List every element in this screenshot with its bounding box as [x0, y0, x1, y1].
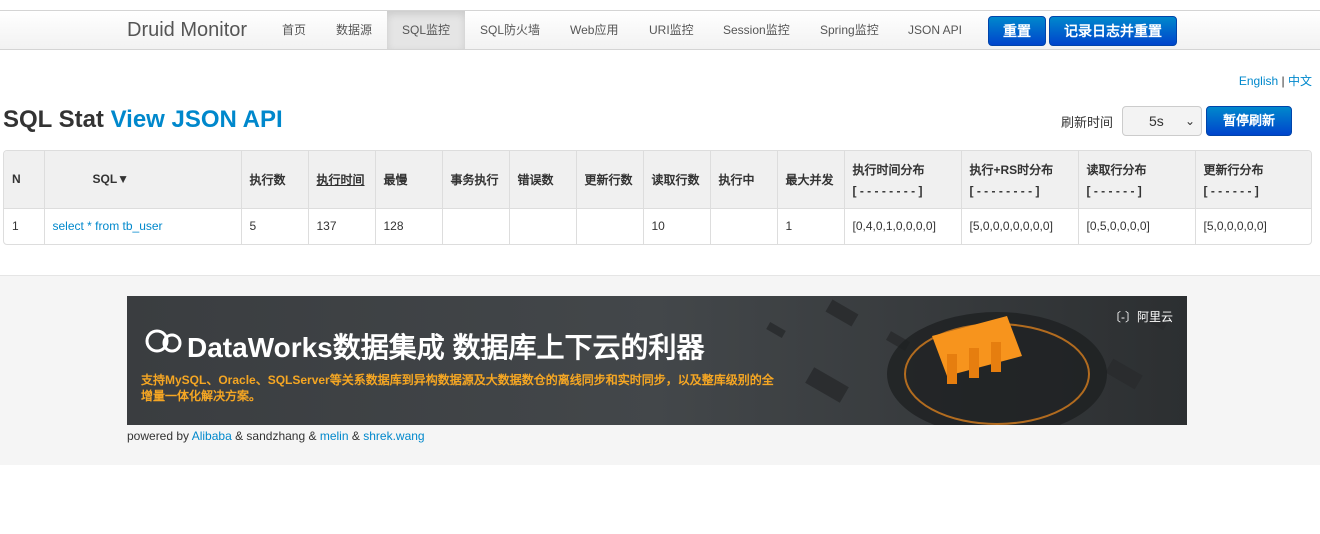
cell-update-rows: [575, 207, 643, 244]
col-header-n[interactable]: N: [4, 151, 44, 208]
lang-chinese-link[interactable]: 中文: [1288, 74, 1312, 88]
col-header-update-rows[interactable]: 更新行数: [575, 151, 643, 208]
powered-by: powered by Alibaba & sandzhang & melin &…: [127, 429, 425, 443]
brand-title[interactable]: Druid Monitor: [127, 19, 247, 42]
dist-range: [ - - - - - - ]: [1203, 183, 1259, 198]
powered-by-and: &: [351, 429, 360, 443]
cell-tx-exec: [441, 207, 509, 244]
alibaba-link[interactable]: Alibaba: [192, 429, 232, 443]
nav-spring-monitor[interactable]: Spring监控: [806, 11, 893, 49]
nav-json-api[interactable]: JSON API: [894, 11, 976, 49]
col-header-exec-time-dist[interactable]: 执行时间分布 [ - - - - - - - - ]: [843, 151, 961, 208]
col-header-fetch-row-dist[interactable]: 读取行分布 [ - - - - - - ]: [1077, 151, 1195, 208]
dist-label: 执行+RS时分布: [969, 162, 1054, 177]
table-header-row: N SQL▼ 执行数 执行时间 最慢 事务执行 错误数 更新行数 读取行数 执行…: [4, 151, 1311, 208]
reset-button[interactable]: 重置: [988, 16, 1046, 46]
nav-home[interactable]: 首页: [268, 11, 320, 49]
cell-max-concurrent: 1: [776, 207, 844, 244]
lang-english-link[interactable]: English: [1239, 74, 1278, 88]
nav-uri-monitor[interactable]: URI监控: [635, 11, 708, 49]
nav-web-app[interactable]: Web应用: [556, 11, 632, 49]
language-switch: English | 中文: [1239, 72, 1312, 89]
col-header-max-concurrent[interactable]: 最大并发: [776, 151, 844, 208]
cell-fetch-rows: 10: [642, 207, 710, 244]
cell-exec-time-dist: [0,4,0,1,0,0,0,0]: [843, 207, 961, 244]
col-header-fetch-rows[interactable]: 读取行数: [642, 151, 710, 208]
nav-sql-firewall[interactable]: SQL防火墙: [466, 11, 554, 49]
chevron-down-icon: ⌄: [1184, 114, 1195, 128]
pause-refresh-button[interactable]: 暂停刷新: [1206, 106, 1292, 136]
banner-subtitle: 支持MySQL、Oracle、SQLServer等关系数据库到异构数据源及大数据…: [141, 373, 774, 403]
nav-datasource[interactable]: 数据源: [322, 11, 386, 49]
col-header-exec-time-label: 执行时间: [316, 172, 365, 187]
view-json-api-link[interactable]: View JSON API: [111, 106, 283, 133]
sql-stat-table: N SQL▼ 执行数 执行时间 最慢 事务执行 错误数 更新行数 读取行数 执行…: [3, 150, 1312, 245]
cell-errors: [508, 207, 576, 244]
col-header-update-row-dist[interactable]: 更新行分布 [ - - - - - - ]: [1194, 151, 1311, 208]
col-header-errors[interactable]: 错误数: [508, 151, 576, 208]
dist-label: 执行时间分布: [852, 162, 925, 177]
table-row: 1 select * from tb_user 5 137 128 10 1 […: [4, 207, 1311, 244]
cell-slowest: 128: [374, 207, 442, 244]
cell-exec-count: 5: [240, 207, 308, 244]
page-title-text: SQL Stat: [3, 106, 104, 133]
cell-sql: select * from tb_user: [43, 207, 241, 244]
dist-label: 读取行分布: [1086, 162, 1147, 177]
shrek-wang-link[interactable]: shrek.wang: [363, 429, 424, 443]
refresh-label: 刷新时间: [1061, 115, 1114, 130]
dataworks-logo-icon: [145, 329, 182, 353]
sql-link[interactable]: select * from tb_user: [53, 219, 163, 233]
dist-range: [ - - - - - - - - ]: [969, 183, 1040, 198]
dataworks-banner[interactable]: DataWorks数据集成 数据库上下云的利器 支持MySQL、Oracle、S…: [127, 296, 1187, 425]
nav-session-monitor[interactable]: Session监控: [709, 11, 804, 49]
log-and-reset-button[interactable]: 记录日志并重置: [1049, 16, 1177, 46]
dist-range: [ - - - - - - - - ]: [852, 183, 923, 198]
refresh-interval-select[interactable]: 5s ⌄: [1122, 106, 1202, 136]
col-header-exec-time[interactable]: 执行时间: [307, 151, 375, 208]
powered-by-and: & sandzhang &: [235, 429, 317, 443]
page-title: SQL Stat View JSON API: [3, 106, 283, 134]
nav-sql-monitor[interactable]: SQL监控: [387, 11, 465, 49]
cell-update-row-dist: [5,0,0,0,0,0]: [1194, 207, 1311, 244]
col-header-exec-rs-dist[interactable]: 执行+RS时分布 [ - - - - - - - - ]: [960, 151, 1078, 208]
col-header-sql[interactable]: SQL▼: [43, 151, 241, 208]
col-header-running[interactable]: 执行中: [709, 151, 777, 208]
col-header-exec-count[interactable]: 执行数: [240, 151, 308, 208]
footer: DataWorks数据集成 数据库上下云的利器 支持MySQL、Oracle、S…: [0, 275, 1320, 465]
dist-label: 更新行分布: [1203, 162, 1264, 177]
cell-exec-time: 137: [307, 207, 375, 244]
aliyun-logo: 〔-〕阿里云: [1109, 310, 1173, 324]
lang-separator: |: [1281, 74, 1285, 88]
cell-running: [709, 207, 777, 244]
cell-fetch-row-dist: [0,5,0,0,0,0]: [1077, 207, 1195, 244]
col-header-tx-exec[interactable]: 事务执行: [441, 151, 509, 208]
cell-n: 1: [4, 207, 44, 244]
banner-title: DataWorks数据集成 数据库上下云的利器: [187, 332, 705, 363]
dist-range: [ - - - - - - ]: [1086, 183, 1142, 198]
top-navbar: Druid Monitor 首页 数据源 SQL监控 SQL防火墙 Web应用 …: [0, 10, 1320, 50]
melin-link[interactable]: melin: [320, 429, 349, 443]
powered-by-label: powered by: [127, 429, 190, 443]
refresh-interval-value: 5s: [1149, 113, 1164, 129]
cell-exec-rs-dist: [5,0,0,0,0,0,0,0]: [960, 207, 1078, 244]
col-header-slowest[interactable]: 最慢: [374, 151, 442, 208]
